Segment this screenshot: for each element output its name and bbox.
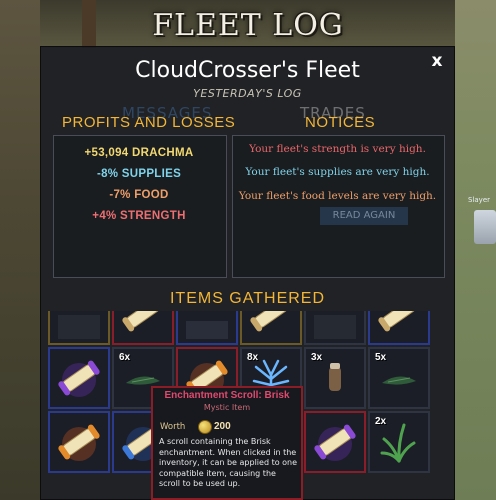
notices-heading: NOTICES xyxy=(305,114,376,131)
item-slot[interactable] xyxy=(48,311,110,345)
item-count: 2x xyxy=(375,416,387,427)
item-slot[interactable] xyxy=(176,311,238,345)
item-count: 8x xyxy=(247,352,259,363)
notice-line-food: Your fleet's food levels are very high. xyxy=(238,190,437,202)
item-slot[interactable] xyxy=(304,411,366,473)
background-npc-name: Slayer xyxy=(468,196,491,204)
background-npc xyxy=(474,210,496,244)
tooltip-worth-label: Worth xyxy=(160,422,186,432)
item-slot[interactable]: 2x xyxy=(368,411,430,473)
items-gathered-heading: ITEMS GATHERED xyxy=(169,290,326,307)
notice-line-supplies: Your fleet's supplies are very high. xyxy=(245,166,430,178)
background-right xyxy=(455,0,496,500)
item-count: 3x xyxy=(311,352,323,363)
profit-line-drachma: +53,094 DRACHMA xyxy=(84,147,194,159)
tooltip-item-type: Mystic Item xyxy=(203,403,251,412)
item-slot[interactable] xyxy=(240,311,302,345)
item-slot[interactable]: 3x xyxy=(304,347,366,409)
item-slot[interactable]: 5x xyxy=(368,347,430,409)
read-again-button: READ AGAIN xyxy=(320,207,408,225)
tooltip-description: A scroll containing the Brisk enchantmen… xyxy=(159,437,298,488)
background-left xyxy=(0,0,40,500)
item-count: 6x xyxy=(119,352,131,363)
coin-icon xyxy=(198,420,212,434)
item-slot[interactable] xyxy=(304,311,366,345)
profit-line-strength: +4% STRENGTH xyxy=(92,210,186,222)
tooltip-item-name: Enchantment Scroll: Brisk xyxy=(164,390,290,401)
window-title: FLEET LOG xyxy=(152,8,344,43)
item-slot[interactable] xyxy=(112,311,174,345)
item-slot[interactable] xyxy=(368,311,430,345)
item-slot[interactable] xyxy=(48,347,110,409)
profit-line-supplies: -8% SUPPLIES xyxy=(96,168,182,180)
notice-line-strength: Your fleet's strength is very high. xyxy=(249,143,426,155)
log-subtitle: YESTERDAY'S LOG xyxy=(193,87,302,100)
item-slot[interactable] xyxy=(48,411,110,473)
fleet-name: CloudCrosser's Fleet xyxy=(135,58,360,83)
profits-heading: PROFITS AND LOSSES xyxy=(62,114,236,131)
profit-line-food: -7% FOOD xyxy=(109,189,169,201)
item-count: 5x xyxy=(375,352,387,363)
tooltip-worth-value: 200 xyxy=(214,421,231,432)
